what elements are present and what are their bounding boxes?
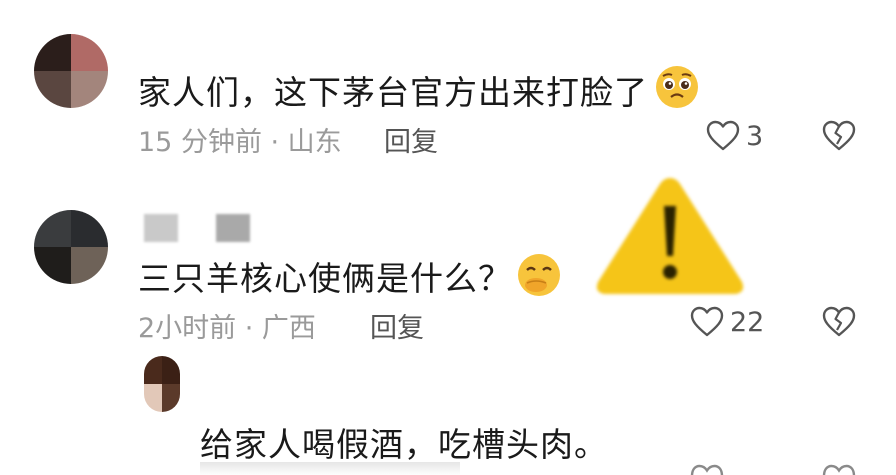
like-button[interactable]: 3 xyxy=(706,120,763,152)
reply-button[interactable]: 回复 xyxy=(370,306,424,345)
warning-icon xyxy=(596,178,744,294)
heart-icon xyxy=(690,306,724,337)
broken-heart-icon[interactable] xyxy=(822,306,856,338)
avatar[interactable] xyxy=(144,356,180,412)
pleading-face-emoji xyxy=(656,66,698,108)
broken-heart-icon[interactable] xyxy=(822,464,856,475)
comment-time-location-cropped xyxy=(200,462,460,475)
like-count: 22 xyxy=(730,306,765,338)
like-button[interactable]: 22 xyxy=(690,306,764,338)
username-redacted xyxy=(144,214,178,242)
comment-time-location: 15 分钟前 · 山东 xyxy=(138,127,342,158)
like-count: 3 xyxy=(746,120,764,152)
heart-icon[interactable] xyxy=(690,464,724,475)
comment-time-location: 2小时前 · 广西 xyxy=(138,313,316,344)
reply-button[interactable]: 回复 xyxy=(384,120,438,159)
broken-heart-icon[interactable] xyxy=(822,120,856,152)
comment-text: 给家人喝假酒，吃槽头肉。 xyxy=(200,425,608,464)
comment-text: 三只羊核心使俩是什么？ xyxy=(138,259,512,298)
comment-text: 家人们，这下茅台官方出来打脸了 xyxy=(138,73,648,112)
heart-icon xyxy=(706,120,740,151)
comment-list: 家人们，这下茅台官方出来打脸了 15 分钟前 · 山东 回复 3 三只羊核心使俩… xyxy=(0,0,896,475)
avatar[interactable] xyxy=(34,34,108,108)
hand-over-mouth-emoji xyxy=(518,254,560,296)
avatar[interactable] xyxy=(34,210,108,284)
username-redacted xyxy=(216,214,250,242)
